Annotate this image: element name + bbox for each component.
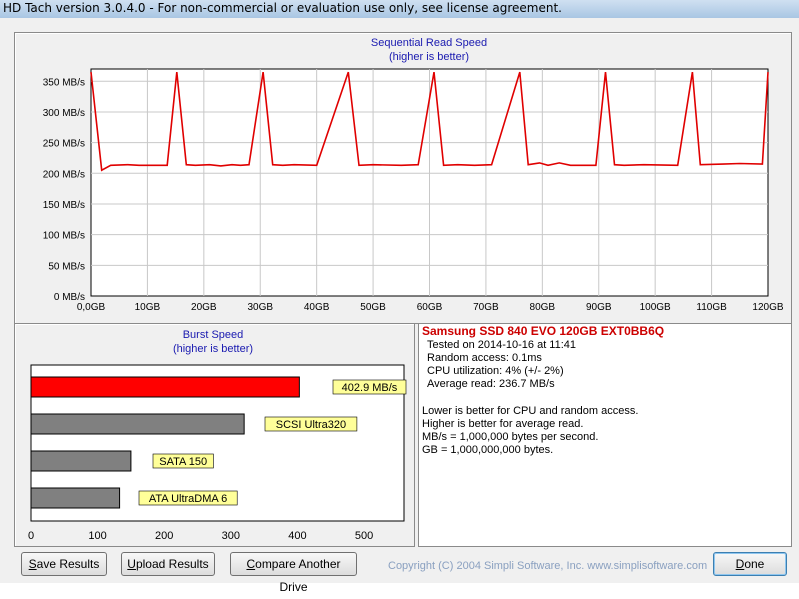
x-tick-label: 50GB <box>360 302 386 313</box>
save-results-button[interactable]: Save Results <box>21 552 107 576</box>
burst-bar-label: 402.9 MB/s <box>342 382 398 394</box>
drive-name: Samsung SSD 840 EVO 120GB EXT0BB6Q <box>422 324 665 338</box>
done-label: one <box>744 557 765 571</box>
burst-speed-chart: Burst Speed (higher is better) 402.9 MB/… <box>28 329 407 542</box>
burst-title: Burst Speed <box>183 329 244 341</box>
burst-x-tick-label: 500 <box>355 530 373 542</box>
burst-bar-label: SCSI Ultra320 <box>276 419 346 431</box>
x-tick-label: 90GB <box>586 302 612 313</box>
y-tick-label: 200 MB/s <box>43 169 85 180</box>
x-tick-label: 110GB <box>696 302 727 313</box>
x-tick-label: 0,0GB <box>77 302 106 313</box>
burst-x-tick-label: 200 <box>155 530 173 542</box>
upload-results-accelerator: U <box>127 557 136 571</box>
burst-bar <box>30 413 245 435</box>
y-tick-label: 300 MB/s <box>43 108 85 119</box>
drive-info-panel: Samsung SSD 840 EVO 120GB EXT0BB6Q Teste… <box>418 323 792 547</box>
x-tick-label: 100GB <box>640 302 671 313</box>
y-tick-label: 250 MB/s <box>43 139 85 150</box>
upload-results-label: pload Results <box>135 557 209 571</box>
tested-on-text: Tested on 2014-10-16 at 11:41 <box>427 339 577 351</box>
burst-bar-label: ATA UltraDMA 6 <box>149 493 227 505</box>
x-tick-label: 10GB <box>135 302 161 313</box>
y-tick-label: 350 MB/s <box>43 77 85 88</box>
burst-bar <box>30 487 121 509</box>
note-gb-definition: GB = 1,000,000,000 bytes. <box>422 444 554 456</box>
sequential-subtitle: (higher is better) <box>389 51 469 63</box>
burst-x-tick-label: 100 <box>88 530 106 542</box>
burst-bar-label: SATA 150 <box>159 456 207 468</box>
done-accelerator: D <box>735 557 745 571</box>
random-access-text: Random access: 0.1ms <box>427 352 542 364</box>
burst-speed-panel: Burst Speed (higher is better) 402.9 MB/… <box>14 323 415 547</box>
x-tick-label: 20GB <box>191 302 217 313</box>
y-tick-label: 150 MB/s <box>43 200 85 211</box>
title-bar: HD Tach version 3.0.4.0 - For non-commer… <box>0 0 799 18</box>
save-results-accelerator: S <box>28 557 37 571</box>
sequential-title: Sequential Read Speed <box>371 37 487 49</box>
x-tick-label: 60GB <box>417 302 443 313</box>
x-tick-label: 30GB <box>247 302 273 313</box>
note-mbs-definition: MB/s = 1,000,000 bytes per second. <box>422 431 599 443</box>
x-tick-label: 120GB <box>752 302 783 313</box>
x-tick-label: 80GB <box>530 302 556 313</box>
compare-accelerator: C <box>246 557 256 571</box>
upload-results-button[interactable]: Upload Results <box>121 552 215 576</box>
burst-x-tick-label: 400 <box>288 530 306 542</box>
save-results-label: ave Results <box>36 557 100 571</box>
note-lower-better: Lower is better for CPU and random acces… <box>422 405 639 417</box>
cpu-utilization-text: CPU utilization: 4% (+/- 2%) <box>427 365 564 377</box>
burst-x-tick-label: 300 <box>222 530 240 542</box>
average-read-text: Average read: 236.7 MB/s <box>427 378 555 390</box>
x-tick-label: 70GB <box>473 302 499 313</box>
burst-x-tick-label: 0 <box>28 530 34 542</box>
burst-bar <box>30 450 132 472</box>
copyright-text: Copyright (C) 2004 Simpli Software, Inc.… <box>388 560 708 572</box>
note-higher-better: Higher is better for average read. <box>422 418 584 430</box>
y-tick-label: 100 MB/s <box>43 231 85 242</box>
done-button[interactable]: Done <box>713 552 787 576</box>
compare-label: ompare Another Drive <box>255 557 341 594</box>
hdtach-window: HD Tach version 3.0.4.0 - For non-commer… <box>0 0 799 594</box>
window-title: HD Tach version 3.0.4.0 - For non-commer… <box>3 1 562 15</box>
y-tick-label: 50 MB/s <box>48 261 85 272</box>
x-tick-label: 40GB <box>304 302 330 313</box>
window-client: Sequential Read Speed (higher is better)… <box>0 18 799 594</box>
sequential-read-panel: Sequential Read Speed (higher is better)… <box>14 32 792 324</box>
sequential-read-chart: Sequential Read Speed (higher is better)… <box>43 37 784 313</box>
compare-another-drive-button[interactable]: Compare Another Drive <box>230 552 357 594</box>
burst-bar <box>30 376 300 398</box>
burst-subtitle: (higher is better) <box>173 343 253 355</box>
